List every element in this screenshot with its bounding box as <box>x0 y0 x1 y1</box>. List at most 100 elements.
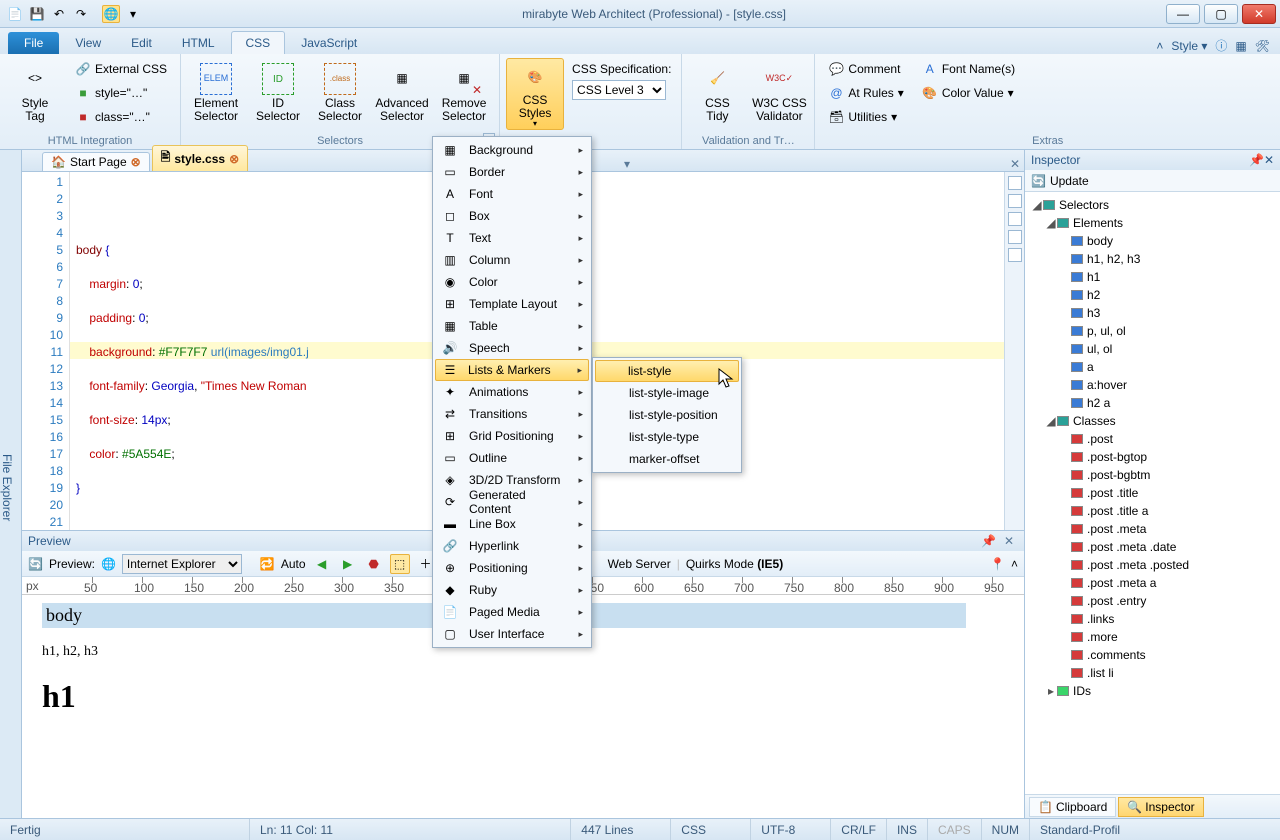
advanced-selector-button[interactable]: ▦Advanced Selector <box>373 58 431 130</box>
submenu-item-list-style-position[interactable]: list-style-position <box>595 404 739 426</box>
menu-item-lists-markers[interactable]: ☰Lists & Markers▸ <box>435 359 589 381</box>
css-styles-button[interactable]: 🎨CSS Styles▾ <box>506 58 564 130</box>
tree-class--post-title-a[interactable]: .post .title a <box>1027 502 1278 520</box>
submenu-item-list-style[interactable]: list-style <box>595 360 739 382</box>
menu-item-outline[interactable]: ▭Outline▸ <box>435 447 589 469</box>
tab-javascript[interactable]: JavaScript <box>287 32 371 54</box>
tree-elements[interactable]: ◢Elements <box>1027 214 1278 232</box>
close-tab-icon[interactable]: ⊗ <box>229 152 239 166</box>
minimize-button[interactable]: — <box>1166 4 1200 24</box>
element-selector-button[interactable]: ELEMElement Selector <box>187 58 245 130</box>
tree-ids[interactable]: ▸IDs <box>1027 682 1278 700</box>
tree-elem-h2[interactable]: h2 <box>1027 286 1278 304</box>
rail-btn-1[interactable] <box>1008 176 1022 190</box>
qat-preview-icon[interactable]: 🌐 <box>102 5 120 23</box>
tree-class--post-meta-date[interactable]: .post .meta .date <box>1027 538 1278 556</box>
help-icon[interactable]: ⓘ <box>1215 37 1227 54</box>
tree-class--post-entry[interactable]: .post .entry <box>1027 592 1278 610</box>
tree-class--more[interactable]: .more <box>1027 628 1278 646</box>
close-tab-icon[interactable]: ⊗ <box>131 155 141 169</box>
menu-item-grid-positioning[interactable]: ⊞Grid Positioning▸ <box>435 425 589 447</box>
inspector-close-icon[interactable]: ✕ <box>1264 153 1274 167</box>
at-rules-button[interactable]: @At Rules ▾ <box>821 82 910 104</box>
qat-redo-icon[interactable]: ↷ <box>72 5 90 23</box>
menu-item-box[interactable]: ◻Box▸ <box>435 205 589 227</box>
tree-elem-h1-h2-h3[interactable]: h1, h2, h3 <box>1027 250 1278 268</box>
menu-item-line-box[interactable]: ▬Line Box▸ <box>435 513 589 535</box>
menu-item-transitions[interactable]: ⇄Transitions▸ <box>435 403 589 425</box>
chevron-up-icon[interactable]: ˄ <box>1011 557 1018 571</box>
nav-stop-icon[interactable]: ⬣ <box>364 554 384 574</box>
tree-elem-body[interactable]: body <box>1027 232 1278 250</box>
submenu-item-list-style-type[interactable]: list-style-type <box>595 426 739 448</box>
panel-autohide-icon[interactable]: ▾ <box>624 157 630 171</box>
class-selector-button[interactable]: .classClass Selector <box>311 58 369 130</box>
font-names-button[interactable]: AFont Name(s) <box>915 58 1022 80</box>
style-tag-button[interactable]: <>Style Tag <box>6 58 64 130</box>
close-button[interactable]: ✕ <box>1242 4 1276 24</box>
nav-back-icon[interactable]: ◀ <box>312 554 332 574</box>
menu-item-paged-media[interactable]: 📄Paged Media▸ <box>435 601 589 623</box>
qat-new-icon[interactable]: 📄 <box>6 5 24 23</box>
tree-class--post-meta-a[interactable]: .post .meta a <box>1027 574 1278 592</box>
utilities-button[interactable]: 🗃Utilities ▾ <box>821 106 910 128</box>
menu-item-border[interactable]: ▭Border▸ <box>435 161 589 183</box>
tab-html[interactable]: HTML <box>168 32 229 54</box>
menu-item-font[interactable]: AFont▸ <box>435 183 589 205</box>
menu-item-template-layout[interactable]: ⊞Template Layout▸ <box>435 293 589 315</box>
tab-inspector[interactable]: 🔍Inspector <box>1118 797 1203 817</box>
tree-class--post-title[interactable]: .post .title <box>1027 484 1278 502</box>
tree-selectors[interactable]: ◢Selectors <box>1027 196 1278 214</box>
menu-item-user-interface[interactable]: ▢User Interface▸ <box>435 623 589 645</box>
tree-elem-a-hover[interactable]: a:hover <box>1027 376 1278 394</box>
rail-btn-3[interactable] <box>1008 212 1022 226</box>
external-css-button[interactable]: 🔗External CSS <box>68 58 174 80</box>
rail-btn-5[interactable] <box>1008 248 1022 262</box>
tab-edit[interactable]: Edit <box>117 32 166 54</box>
lists-markers-submenu[interactable]: list-stylelist-style-imagelist-style-pos… <box>592 357 742 473</box>
nav-fwd-icon[interactable]: ▶ <box>338 554 358 574</box>
menu-item-animations[interactable]: ✦Animations▸ <box>435 381 589 403</box>
menu-item-background[interactable]: ▦Background▸ <box>435 139 589 161</box>
window-icon[interactable]: ▦ <box>1235 39 1246 53</box>
comment-button[interactable]: 💬Comment <box>821 58 910 80</box>
maximize-button[interactable]: ▢ <box>1204 4 1238 24</box>
preview-close-icon[interactable]: ✕ <box>1000 534 1018 548</box>
tab-clipboard[interactable]: 📋Clipboard <box>1029 797 1116 817</box>
menu-item-ruby[interactable]: ◆Ruby▸ <box>435 579 589 601</box>
tree-class--post-bgbtm[interactable]: .post-bgbtm <box>1027 466 1278 484</box>
webserver-label[interactable]: Web Server <box>608 557 671 571</box>
panel-close-icon[interactable]: ✕ <box>1010 157 1020 171</box>
browser-select[interactable]: Internet Explorer <box>122 554 242 574</box>
pin-icon[interactable]: 📍 <box>990 557 1005 571</box>
doctab-start-page[interactable]: 🏠Start Page⊗ <box>42 152 150 171</box>
inspector-pin-icon[interactable]: 📌 <box>1249 153 1264 167</box>
style-dropdown[interactable]: Style ▾ <box>1171 39 1207 53</box>
id-selector-button[interactable]: IDID Selector <box>249 58 307 130</box>
style-attr-button[interactable]: ■style="…" <box>68 82 174 104</box>
tree-class--links[interactable]: .links <box>1027 610 1278 628</box>
tree-class--post[interactable]: .post <box>1027 430 1278 448</box>
qat-save-icon[interactable]: 💾 <box>28 5 46 23</box>
tree-elem-ul-ol[interactable]: ul, ol <box>1027 340 1278 358</box>
tree-elem-h1[interactable]: h1 <box>1027 268 1278 286</box>
menu-item-generated-content[interactable]: ⟳Generated Content▸ <box>435 491 589 513</box>
rail-btn-4[interactable] <box>1008 230 1022 244</box>
qat-undo-icon[interactable]: ↶ <box>50 5 68 23</box>
menu-item-column[interactable]: ▥Column▸ <box>435 249 589 271</box>
select-tool-icon[interactable]: ⬚ <box>390 554 410 574</box>
preview-pin-icon[interactable]: 📌 <box>977 534 1000 548</box>
file-menu-button[interactable]: File <box>8 32 59 54</box>
tab-view[interactable]: View <box>61 32 115 54</box>
tools-icon[interactable]: 🛠 <box>1255 39 1270 53</box>
qat-dropdown-icon[interactable]: ▾ <box>124 5 142 23</box>
w3c-validator-button[interactable]: W3C✓W3C CSS Validator <box>750 58 808 130</box>
css-styles-menu[interactable]: ▦Background▸▭Border▸AFont▸◻Box▸TText▸▥Co… <box>432 136 592 648</box>
rail-btn-2[interactable] <box>1008 194 1022 208</box>
menu-item-positioning[interactable]: ⊕Positioning▸ <box>435 557 589 579</box>
menu-item-text[interactable]: TText▸ <box>435 227 589 249</box>
submenu-item-marker-offset[interactable]: marker-offset <box>595 448 739 470</box>
file-explorer-rail[interactable]: File Explorer <box>0 150 22 818</box>
menu-item-speech[interactable]: 🔊Speech▸ <box>435 337 589 359</box>
submenu-item-list-style-image[interactable]: list-style-image <box>595 382 739 404</box>
